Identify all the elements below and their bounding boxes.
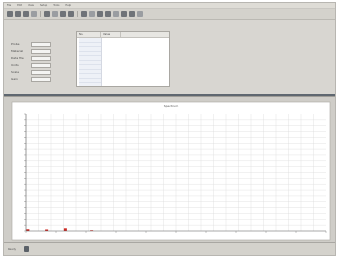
menu-view[interactable]: View <box>28 4 34 8</box>
menu-help[interactable]: Help <box>65 4 71 8</box>
save-icon[interactable] <box>23 11 29 17</box>
status-text: Ready <box>8 248 17 251</box>
chart-bar[interactable] <box>63 228 67 231</box>
list-column-header[interactable]: Value <box>101 32 121 37</box>
acquire-icon[interactable] <box>97 11 103 17</box>
status-text <box>34 247 154 252</box>
chart-title: Spectrum <box>164 104 179 108</box>
list-column-header[interactable]: No. <box>77 32 101 37</box>
new-icon[interactable] <box>7 11 13 17</box>
parameters-panel: Probe Material Data file Units Scale Gai… <box>4 20 335 94</box>
units-field[interactable] <box>31 63 51 68</box>
scale-field[interactable] <box>31 70 51 75</box>
chart-panel: Spectrum <box>4 96 335 243</box>
field-label: Scale <box>11 70 20 74</box>
settings-icon[interactable] <box>129 11 135 17</box>
menu-tools[interactable]: Tools <box>53 4 59 8</box>
open-icon[interactable] <box>15 11 21 17</box>
status-icon <box>24 246 29 252</box>
print-icon[interactable] <box>31 11 37 17</box>
data-list[interactable]: No. Value <box>76 31 170 87</box>
undo-icon[interactable] <box>68 11 74 17</box>
toolbar-separator <box>77 11 78 17</box>
bar-chart: Spectrum <box>11 101 331 241</box>
material-field[interactable] <box>31 49 51 54</box>
field-label: Units <box>11 63 19 67</box>
toolbar-separator <box>40 11 41 17</box>
app-window: File Edit View Setup Tools Help Probe Ma… <box>3 2 336 256</box>
menu-list: File Edit View Setup Tools Help <box>7 4 77 8</box>
field-label: Material <box>11 49 24 53</box>
menu-edit[interactable]: Edit <box>17 4 22 8</box>
cut-icon[interactable] <box>44 11 50 17</box>
field-label: Probe <box>11 42 20 46</box>
paste-icon[interactable] <box>60 11 66 17</box>
probe-field[interactable] <box>31 42 51 47</box>
zoom-out-icon[interactable] <box>89 11 95 17</box>
help-icon[interactable] <box>137 11 143 17</box>
toolbar <box>4 9 335 20</box>
status-text <box>164 247 314 252</box>
field-label: Gain <box>11 77 18 81</box>
stop-icon[interactable] <box>105 11 111 17</box>
menu-file[interactable]: File <box>7 4 11 8</box>
table-icon[interactable] <box>121 11 127 17</box>
chart-icon[interactable] <box>113 11 119 17</box>
list-column <box>79 38 102 86</box>
field-label: Data file <box>11 56 24 60</box>
gain-field[interactable] <box>31 77 51 82</box>
chart-grid <box>26 114 326 231</box>
menu-setup[interactable]: Setup <box>40 4 47 8</box>
data-file-field[interactable] <box>31 56 51 61</box>
list-item[interactable] <box>79 83 101 86</box>
zoom-in-icon[interactable] <box>81 11 87 17</box>
copy-icon[interactable] <box>52 11 58 17</box>
status-bar: Ready <box>4 242 335 255</box>
